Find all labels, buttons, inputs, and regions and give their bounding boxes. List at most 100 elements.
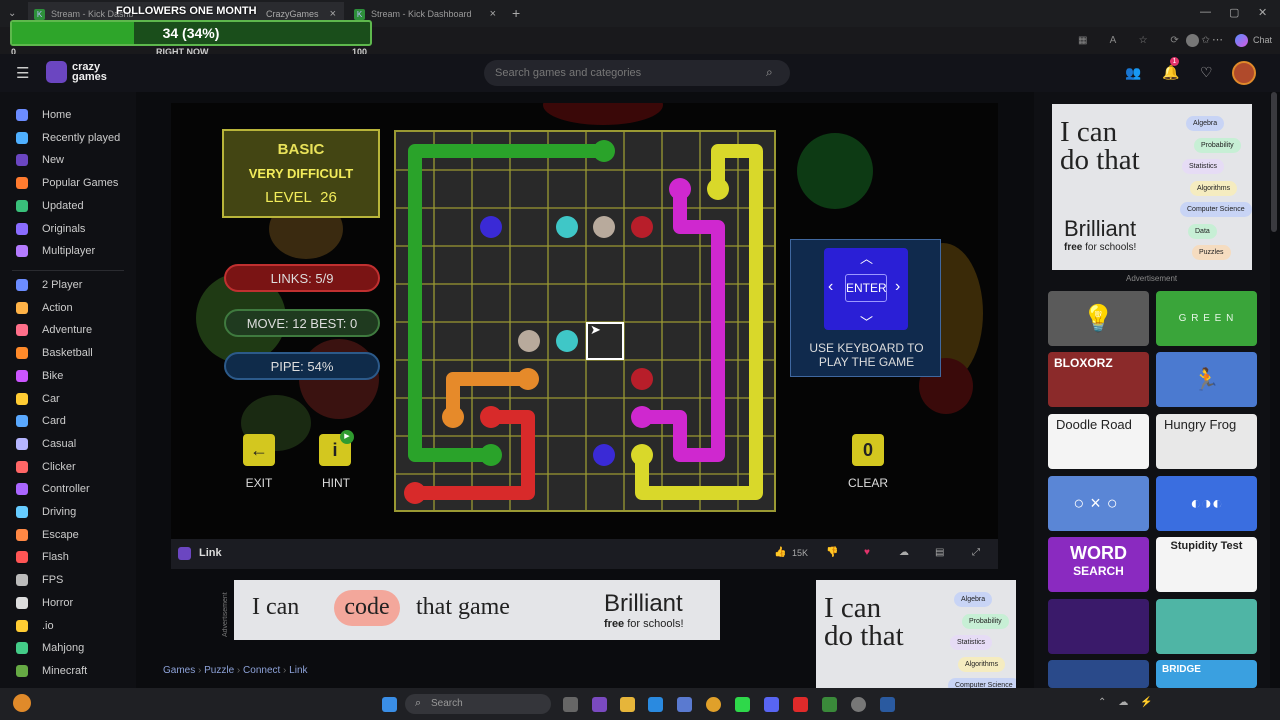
dpad[interactable]: ︿ ﹀ ‹ › ENTER (824, 248, 908, 330)
game-thumb-hungry-frog[interactable]: Hungry Frog (1156, 414, 1257, 469)
sidebar-item-multiplayer[interactable]: Multiplayer (16, 242, 95, 260)
puzzle-grid[interactable] (396, 132, 774, 510)
game-thumb-green[interactable]: G R E E N (1156, 291, 1257, 346)
favorite-heart-icon[interactable]: ♥ (864, 547, 870, 558)
sidebar-item-flash[interactable]: Flash (16, 548, 69, 566)
sidebar-item-casual[interactable]: Casual (16, 435, 76, 453)
sidebar-item-new[interactable]: New (16, 151, 64, 169)
tab-close-icon[interactable]: × (490, 8, 496, 20)
steam-icon[interactable] (880, 697, 895, 712)
sidebar-item-mahjong[interactable]: Mahjong (16, 639, 84, 657)
arrow-down-icon[interactable]: ﹀ (860, 312, 873, 331)
game-thumb-word-search[interactable]: WORD SEARCH (1048, 537, 1149, 592)
user-avatar[interactable] (1232, 61, 1256, 85)
favorites-heart-icon[interactable]: ♡ (1200, 64, 1213, 81)
banner-ad[interactable]: I can code that game Brilliant free for … (234, 580, 720, 640)
file-explorer-icon[interactable] (620, 697, 635, 712)
new-tab-button[interactable]: + (512, 5, 520, 21)
arrow-right-icon[interactable]: › (895, 278, 900, 296)
taskbar-search-input[interactable]: Search (405, 694, 551, 714)
more-menu-icon[interactable]: ⋯ (1212, 33, 1223, 46)
breadcrumb-item[interactable]: Puzzle (204, 665, 234, 676)
game-thumb-zigzag[interactable] (1048, 599, 1149, 654)
game-thumb-tic-tac-toe[interactable]: ○×○ (1048, 476, 1149, 531)
tab-close-icon[interactable]: × (330, 8, 336, 20)
sidebar-item-controller[interactable]: Controller (16, 480, 90, 498)
square-ad-bottom[interactable]: I can do that Algebra Probability Statistic… (816, 580, 1016, 688)
chat-label[interactable]: Chat (1253, 35, 1272, 45)
game-thumb-bridge[interactable]: BRIDGE (1156, 660, 1257, 688)
arrow-left-icon[interactable]: ‹ (828, 278, 833, 296)
profile-avatar[interactable] (1186, 34, 1199, 47)
sidebar-item-fps[interactable]: FPS (16, 571, 63, 589)
sidebar-item-car[interactable]: Car (16, 390, 60, 408)
sidebar-item-driving[interactable]: Driving (16, 503, 76, 521)
friends-icon[interactable]: 👥 (1125, 65, 1141, 81)
sidebar-item-popular-games[interactable]: Popular Games (16, 174, 118, 192)
hamburger-menu-icon[interactable]: ☰ (16, 64, 29, 82)
arrow-up-icon[interactable]: ︿ (860, 248, 873, 267)
sidebar-item-io[interactable]: .io (16, 617, 54, 635)
game-thumb-count-master[interactable]: 🏃 (1156, 352, 1257, 407)
sidebar-item-escape[interactable]: Escape (16, 526, 79, 544)
puzzle-board[interactable] (394, 130, 776, 512)
sidebar-item-home[interactable]: Home (16, 106, 71, 124)
tab-list-chevron-icon[interactable]: ⌄ (8, 8, 16, 19)
like-icon[interactable]: 👍 (774, 547, 786, 558)
ad-topic-chip: Puzzles (1192, 245, 1231, 260)
square-ad-right[interactable]: I can do that Brilliant free for schools!… (1052, 104, 1252, 270)
taskbar-app-icon-2[interactable] (677, 697, 692, 712)
breadcrumb-item[interactable]: Link (289, 665, 307, 676)
sidebar-item-originals[interactable]: Originals (16, 220, 85, 238)
window-close-icon[interactable]: ✕ (1258, 6, 1267, 19)
sidebar-item-2-player[interactable]: 2 Player (16, 276, 82, 294)
copilot-icon[interactable] (1235, 34, 1248, 47)
game-thumb-ropes[interactable] (1156, 599, 1257, 654)
kick-icon[interactable] (735, 697, 750, 712)
youtube-icon[interactable] (793, 697, 808, 712)
sidebar-item-minecraft[interactable]: Minecraft (16, 662, 87, 680)
minimize-icon[interactable]: — (1200, 6, 1211, 18)
sidebar-item-adventure[interactable]: Adventure (16, 321, 92, 339)
share-icon[interactable]: ☁ (899, 547, 909, 558)
sidebar-item-action[interactable]: Action (16, 299, 73, 317)
game-thumb-pattern[interactable]: ◐◑◐ (1156, 476, 1257, 531)
game-thumb-doodle-road[interactable]: Doodle Road (1048, 414, 1149, 469)
game-thumb-candy[interactable] (1048, 660, 1149, 688)
clear-button[interactable]: 0 (852, 434, 884, 466)
exit-button[interactable]: ← (243, 434, 275, 466)
sidebar-item-updated[interactable]: Updated (16, 197, 84, 215)
search-input[interactable]: Search games and categories (484, 60, 790, 86)
taskbar-app-icon-3[interactable] (822, 697, 837, 712)
notifications-bell-icon[interactable]: 🔔 (1162, 64, 1179, 81)
obs-icon[interactable] (851, 697, 866, 712)
game-thumb-bloxorz[interactable]: BLOXORZ (1048, 352, 1149, 407)
enter-key[interactable]: ENTER (845, 274, 887, 302)
system-tray-icons[interactable]: ⌃☁⚡ (1098, 697, 1165, 708)
sidebar-item-clicker[interactable]: Clicker (16, 458, 76, 476)
dislike-icon[interactable]: 👎 (826, 547, 838, 558)
page-scrollbar[interactable] (1271, 92, 1277, 232)
feedback-icon[interactable]: ▤ (935, 547, 944, 558)
fullscreen-icon[interactable]: ⤢ (972, 547, 980, 558)
sidebar-item-recently-played[interactable]: Recently played (16, 129, 120, 147)
edge-icon[interactable] (648, 697, 663, 712)
weather-icon[interactable] (13, 694, 31, 712)
sidebar-item-basketball[interactable]: Basketball (16, 344, 93, 362)
breadcrumb-item[interactable]: Games (163, 665, 195, 676)
game-thumb-bulb[interactable]: 💡 (1048, 291, 1149, 346)
taskbar-app-icon[interactable] (592, 697, 607, 712)
chrome-icon[interactable] (706, 697, 721, 712)
search-icon[interactable]: ⌕ (766, 65, 773, 80)
breadcrumb-item[interactable]: Connect (243, 665, 280, 676)
discord-icon[interactable] (764, 697, 779, 712)
maximize-icon[interactable]: ▢ (1229, 6, 1239, 19)
sidebar-item-horror[interactable]: Horror (16, 594, 73, 612)
crazygames-logo-text[interactable]: crazy games (72, 62, 107, 83)
sidebar-item-bike[interactable]: Bike (16, 367, 63, 385)
sidebar-item-card[interactable]: Card (16, 412, 66, 430)
game-thumb-stupidity-test[interactable]: Stupidity Test (1156, 537, 1257, 592)
crazygames-logo-icon[interactable] (46, 61, 67, 83)
windows-start-icon[interactable] (382, 697, 397, 712)
task-view-icon[interactable] (563, 697, 578, 712)
